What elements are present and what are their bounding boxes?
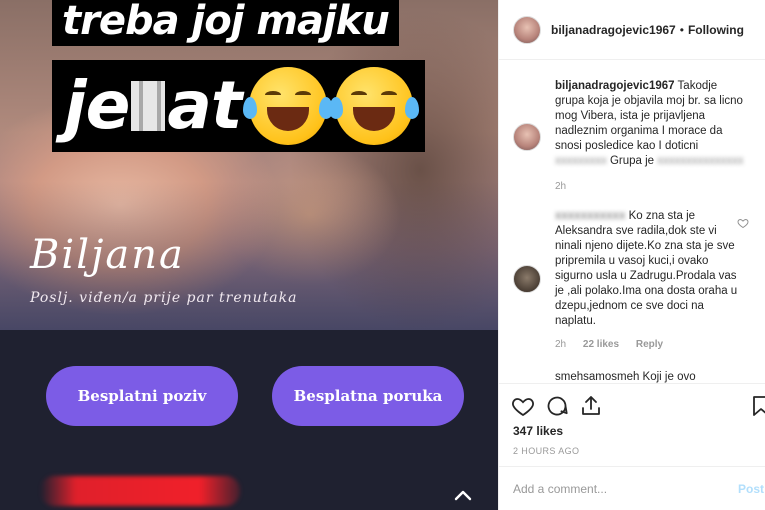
comment-item: biljanadragojevic1967 Takodje grupa koja… — [513, 79, 753, 209]
header-separator: • — [679, 22, 684, 37]
avatar[interactable] — [513, 123, 541, 151]
comment-icon[interactable] — [545, 394, 569, 418]
story-caption-line-2: je at — [52, 60, 426, 152]
photo-overlay — [0, 0, 498, 330]
pixelated-letter — [131, 81, 166, 131]
contact-name: Biljana — [30, 232, 185, 278]
bookmark-icon[interactable] — [749, 394, 765, 418]
comments-list[interactable]: biljanadragojevic1967 Takodje grupa koja… — [499, 61, 765, 383]
free-message-button[interactable]: Besplatna poruka — [272, 366, 464, 426]
blurred-name: xxxxxxxxx — [555, 155, 607, 167]
caption-text-start: je — [64, 67, 130, 144]
redacted-phone-number — [40, 476, 240, 506]
add-comment-bar: Post — [499, 466, 765, 510]
face-with-tears-of-joy-icon — [329, 67, 420, 145]
avatar[interactable] — [513, 265, 541, 293]
heart-icon[interactable] — [511, 394, 535, 418]
post-button[interactable]: Post — [738, 482, 764, 496]
comment-item: xxxxxxxxxxx Ko zna sta je Aleksandra sve… — [513, 209, 753, 359]
comment-body: biljanadragojevic1967 Takodje grupa koja… — [555, 79, 745, 169]
post-actions: 347 likes 2 HOURS AGO — [499, 383, 765, 456]
face-with-tears-of-joy-icon — [243, 67, 334, 145]
comment-time: 2h — [555, 339, 567, 350]
comment-meta: 2h — [555, 181, 580, 192]
comment-meta: 2h 22 likes Reply — [555, 339, 677, 350]
chevron-up-icon[interactable] — [454, 486, 472, 504]
free-call-button[interactable]: Besplatni poziv — [46, 366, 238, 426]
post-header: biljanadragojevic1967 • Following — [499, 0, 765, 60]
comment-body: xxxxxxxxxxx Ko zna sta je Aleksandra sve… — [555, 209, 745, 329]
likes-count[interactable]: 347 likes — [513, 424, 563, 438]
blurred-group-name: xxxxxxxxxxxxxxx — [657, 155, 744, 167]
comment-text-2: Grupa je — [609, 155, 655, 167]
comment-text: Ko zna sta je Aleksandra sve radila,dok … — [555, 210, 738, 327]
header-username[interactable]: biljanadragojevic1967 — [551, 23, 676, 37]
heart-icon[interactable] — [737, 217, 749, 229]
following-button[interactable]: Following — [688, 23, 744, 37]
comment-username[interactable]: xxxxxxxxxxx — [555, 210, 625, 222]
post-image: treba joj majku je at Biljana Poslj. viđ… — [0, 0, 498, 510]
post-side-panel: biljanadragojevic1967 • Following biljan… — [498, 0, 765, 510]
comment-time: 2h — [555, 181, 567, 192]
caption-text-end: at — [167, 67, 242, 144]
cutoff-comment: smehsamosmeh Koji je ovo — [555, 371, 696, 383]
comment-username[interactable]: biljanadragojevic1967 — [555, 80, 675, 92]
share-icon[interactable] — [579, 394, 603, 418]
contact-last-seen: Poslj. viđen/a prije par trenutaka — [30, 290, 298, 306]
comment-input[interactable] — [513, 481, 723, 496]
reply-button[interactable]: Reply — [636, 339, 663, 350]
avatar[interactable] — [513, 15, 541, 44]
comment-likes[interactable]: 22 likes — [583, 339, 619, 350]
post-timestamp: 2 HOURS AGO — [513, 446, 580, 456]
story-caption-line-1: treba joj majku — [52, 0, 399, 46]
